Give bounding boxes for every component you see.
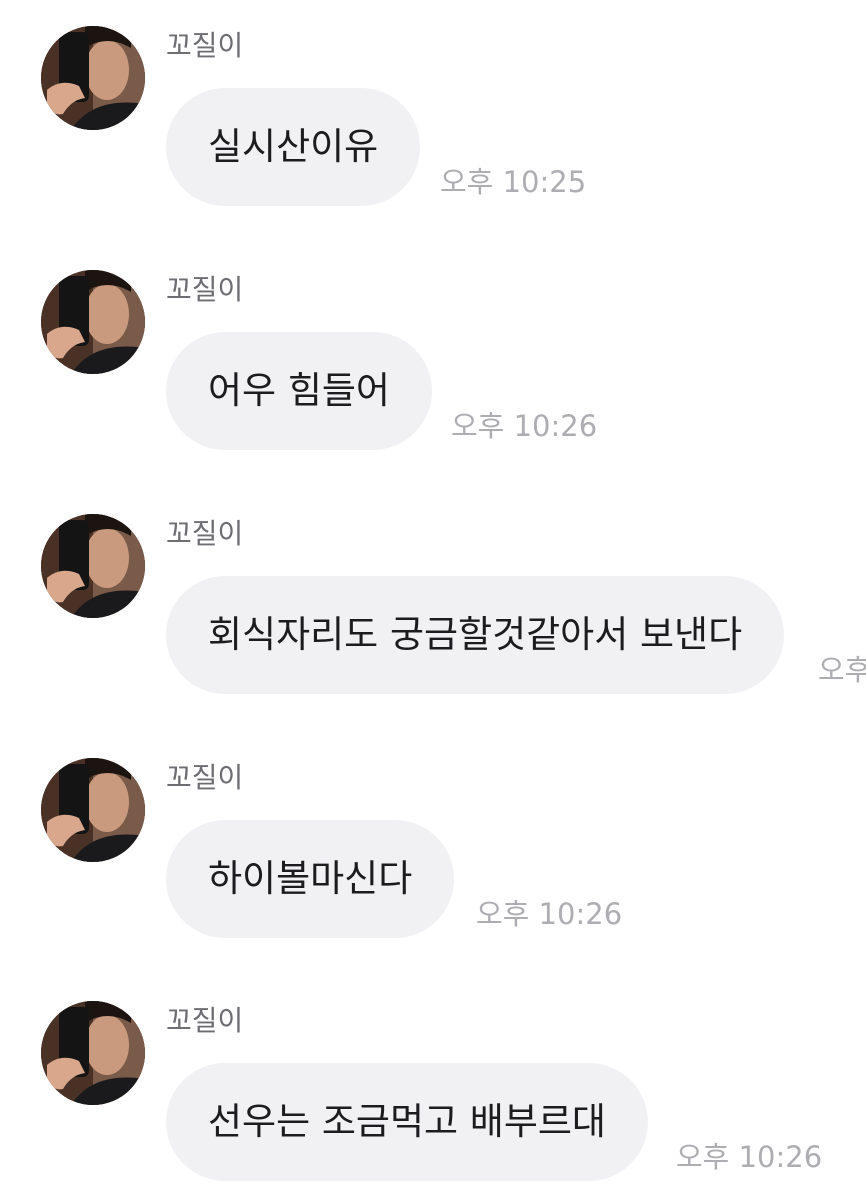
- message-bubble[interactable]: 하이볼마신다: [166, 820, 455, 938]
- sender-name: 꼬질이: [166, 761, 244, 794]
- avatar-photo-icon: [41, 1001, 145, 1105]
- avatar-photo-icon: [41, 26, 145, 130]
- sender-avatar[interactable]: [41, 1001, 145, 1105]
- message-timestamp: 오후 10:26: [676, 1140, 823, 1174]
- message-timestamp: 오후 10:26: [818, 653, 866, 687]
- sender-name: 꼬질이: [166, 273, 244, 306]
- sender-avatar[interactable]: [41, 26, 145, 130]
- message-bubble[interactable]: 실시산이유: [166, 88, 421, 206]
- sender-name: 꼬질이: [166, 517, 244, 550]
- message-bubble[interactable]: 회식자리도 궁금할것같아서 보낸다: [166, 576, 785, 694]
- sender-avatar[interactable]: [41, 758, 145, 862]
- sender-name: 꼬질이: [166, 29, 244, 62]
- avatar-photo-icon: [41, 270, 145, 374]
- chat-message-list[interactable]: 꼬질이 실시산이유 오후 10:25 꼬질이 어우 힘들어 오후 10:26 꼬…: [0, 0, 866, 1200]
- sender-name: 꼬질이: [166, 1004, 244, 1037]
- message-row: 꼬질이 어우 힘들어 오후 10:26: [0, 244, 866, 450]
- message-timestamp: 오후 10:26: [451, 409, 598, 443]
- avatar-photo-icon: [41, 514, 145, 618]
- message-bubble[interactable]: 선우는 조금먹고 배부르대: [166, 1063, 648, 1181]
- avatar-photo-icon: [41, 758, 145, 862]
- sender-avatar[interactable]: [41, 514, 145, 618]
- message-timestamp: 오후 10:26: [476, 897, 623, 931]
- message-timestamp: 오후 10:25: [440, 165, 587, 199]
- message-row: 꼬질이 선우는 조금먹고 배부르대 오후 10:26: [0, 975, 866, 1181]
- message-bubble[interactable]: 어우 힘들어: [166, 332, 432, 450]
- message-row: 꼬질이 회식자리도 궁금할것같아서 보낸다 오후 10:26: [0, 488, 866, 694]
- message-row: 꼬질이 실시산이유 오후 10:25: [0, 0, 866, 206]
- message-row: 꼬질이 하이볼마신다 오후 10:26: [0, 732, 866, 938]
- sender-avatar[interactable]: [41, 270, 145, 374]
